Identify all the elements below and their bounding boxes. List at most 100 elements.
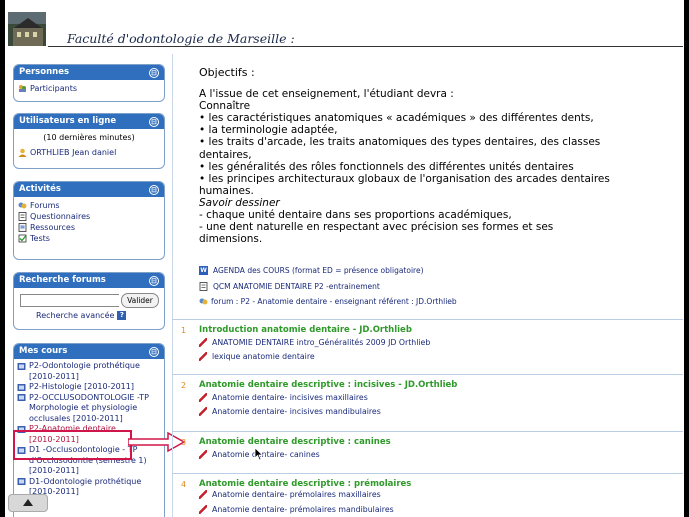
forum-icon	[18, 202, 27, 209]
block-search-forums: Recherche forums ⊟ Valider Recherche ava…	[13, 272, 165, 330]
objectives-line: • les caractéristiques anatomiques « aca…	[199, 112, 594, 125]
objectives-line: dimensions.	[199, 233, 263, 246]
word-doc-icon: W	[199, 266, 208, 275]
course-link[interactable]: Morphologie et physiologie	[17, 403, 161, 414]
pdf-icon	[199, 352, 207, 361]
block-search-forums-title: Recherche forums	[19, 275, 106, 285]
page: Faculté d'odontologie de Marseille : Per…	[0, 0, 689, 517]
course-icon	[17, 394, 26, 402]
objectives-line: • la terminologie adaptée,	[199, 124, 338, 137]
advanced-search-link[interactable]: Recherche avancée ?	[36, 311, 127, 320]
scroll-up-button[interactable]	[8, 494, 48, 512]
collapse-icon[interactable]: ⊟	[149, 117, 159, 127]
section-2: 2 Anatomie dentaire descriptive : incisi…	[172, 374, 683, 424]
objectives-line: Connaître	[199, 100, 251, 113]
activity-questionnaires[interactable]: Questionnaires	[18, 211, 160, 222]
course-highlight-box	[13, 430, 132, 460]
objectives-line: • les traits d'arcade, les traits anatom…	[199, 136, 601, 149]
block-personnes: Personnes ⊟ Participants	[13, 64, 165, 102]
block-activites-header: Activités ⊟	[14, 182, 164, 197]
course-link[interactable]: P2-Histologie [2010-2011]	[17, 382, 161, 393]
quiz-icon	[199, 282, 208, 291]
block-online-users-title: Utilisateurs en ligne	[19, 116, 117, 126]
block-mes-cours-title: Mes cours	[19, 346, 68, 356]
block-mes-cours-header: Mes cours ⊟	[14, 344, 164, 359]
section-number: 3	[181, 438, 187, 447]
section-resource-link[interactable]: Anatomie dentaire- incisives maxillaires	[199, 393, 368, 402]
course-link[interactable]: D1-Odontologie prothétique	[17, 477, 161, 488]
section-title: Introduction anatomie dentaire - JD.Orth…	[199, 325, 412, 335]
faculty-logo[interactable]	[8, 12, 46, 46]
block-personnes-header: Personnes ⊟	[14, 65, 164, 80]
block-search-forums-header: Recherche forums ⊟	[14, 273, 164, 288]
block-online-users: Utilisateurs en ligne ⊟ (10 dernières mi…	[13, 113, 165, 169]
search-forums-submit-button[interactable]: Valider	[121, 293, 159, 308]
test-icon	[18, 234, 27, 243]
course-icon	[17, 478, 26, 486]
participants-link[interactable]: Participants	[18, 83, 160, 94]
section-title: Anatomie dentaire descriptive : prémolai…	[199, 479, 412, 489]
course-link[interactable]: P2-Odontologie prothétique	[17, 361, 161, 372]
section-resource-link[interactable]: ANATOMIE DENTAIRE intro_Généralités 2009…	[199, 338, 430, 347]
search-forums-input[interactable]	[20, 294, 119, 307]
objectives-line: • les généralités des rôles fonctionnels…	[199, 160, 574, 173]
course-link[interactable]: [2010-2011]	[17, 466, 161, 477]
objectives-line: - une dent naturelle en respectant avec …	[199, 221, 554, 234]
course-link[interactable]: [2010-2011]	[17, 372, 161, 383]
objectives-line: - chaque unité dentaire dans ses proport…	[199, 209, 512, 221]
qcm-link[interactable]: QCM ANATOMIE DENTAIRE P2 -entrainement	[199, 282, 380, 291]
user-icon	[18, 148, 27, 157]
section-resource-link[interactable]: Anatomie dentaire- incisives mandibulair…	[199, 407, 381, 416]
section-4: 4 Anatomie dentaire descriptive : prémol…	[172, 473, 683, 517]
section-number: 4	[181, 480, 187, 489]
pdf-icon	[199, 505, 207, 514]
pdf-icon	[199, 490, 207, 499]
section-resource-link[interactable]: Anatomie dentaire- prémolaires maxillair…	[199, 490, 381, 499]
pdf-icon	[199, 393, 207, 402]
section-title: Anatomie dentaire descriptive : canines	[199, 437, 391, 447]
screen-edge-left	[0, 0, 5, 517]
section-number: 1	[181, 326, 187, 335]
section-title: Anatomie dentaire descriptive : incisive…	[199, 380, 458, 390]
questionnaire-icon	[18, 212, 27, 221]
resource-icon	[18, 223, 27, 232]
arrow-up-icon	[23, 499, 33, 506]
collapse-icon[interactable]: ⊟	[149, 68, 159, 78]
section-resource-link[interactable]: lexique anatomie dentaire	[199, 352, 315, 361]
pdf-icon	[199, 407, 207, 416]
course-link[interactable]: P2-OCCLUSODONTOLOGIE -TP	[17, 393, 161, 404]
collapse-icon[interactable]: ⊟	[149, 185, 159, 195]
activity-ressources[interactable]: Ressources	[18, 222, 160, 233]
online-user-link[interactable]: ORTHLIEB Jean daniel	[18, 147, 160, 158]
activity-forums[interactable]: Forums	[18, 200, 160, 211]
mouse-cursor-icon	[254, 447, 264, 461]
agenda-link[interactable]: W AGENDA des COURS (format ED = présence…	[199, 266, 424, 275]
objectives-line: dentaires,	[199, 148, 252, 161]
collapse-icon[interactable]: ⊟	[149, 347, 159, 357]
block-activites-title: Activités	[19, 184, 61, 194]
block-personnes-title: Personnes	[19, 67, 70, 77]
objectives-heading: Objectifs :	[199, 66, 255, 79]
activity-tests[interactable]: Tests	[18, 233, 160, 244]
objectives-line: • les principes architecturaux globaux d…	[199, 172, 610, 185]
block-activites: Activités ⊟ Forums Questionnaires Ressou…	[13, 181, 165, 260]
block-online-users-header: Utilisateurs en ligne ⊟	[14, 114, 164, 129]
screen-edge-right	[684, 0, 689, 517]
help-icon[interactable]: ?	[117, 311, 127, 320]
section-1: 1 Introduction anatomie dentaire - JD.Or…	[172, 319, 683, 369]
participants-icon	[19, 85, 26, 92]
course-icon	[17, 362, 26, 370]
site-title: Faculté d'odontologie de Marseille :	[67, 31, 295, 46]
pdf-icon	[199, 450, 207, 459]
section-resource-link[interactable]: Anatomie dentaire- prémolaires mandibula…	[199, 505, 394, 514]
section-number: 2	[181, 381, 187, 390]
section-3: 3 Anatomie dentaire descriptive : canine…	[172, 431, 683, 468]
course-link[interactable]: occlusales [2010-2011]	[17, 414, 161, 425]
pdf-icon	[199, 338, 207, 347]
header-divider	[48, 46, 683, 47]
objectives-line: A l'issue de cet enseignement, l'étudian…	[199, 88, 454, 100]
objectives-line: Savoir dessiner	[199, 196, 280, 209]
course-icon	[17, 383, 26, 391]
forum-link[interactable]: forum : P2 - Anatomie dentaire - enseign…	[199, 297, 457, 306]
collapse-icon[interactable]: ⊟	[149, 276, 159, 286]
